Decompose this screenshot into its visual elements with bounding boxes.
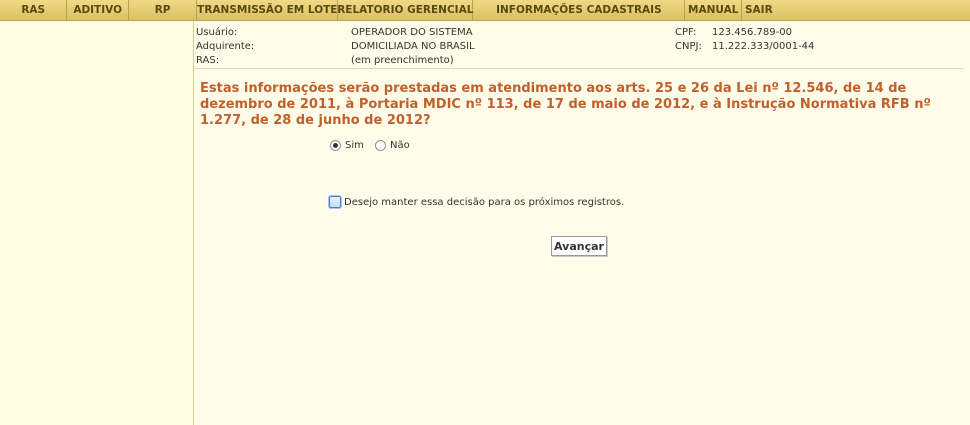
menu-ras[interactable]: RAS	[0, 0, 68, 20]
keep-decision-option[interactable]: Desejo manter essa decisão para os próxi…	[329, 196, 624, 208]
ras-label: RAS:	[196, 55, 220, 66]
menu-sair[interactable]: SAIR	[742, 0, 970, 20]
menu-transmissao-em-lote[interactable]: TRANSMISSÃO EM LOTE	[197, 0, 339, 20]
keep-decision-label: Desejo manter essa decisão para os próxi…	[344, 196, 625, 208]
menu-rp[interactable]: RP	[129, 0, 198, 20]
main-content: Usuário: OPERADOR DO SISTEMA Adquirente:…	[194, 21, 970, 425]
menu-informacoes-cadastrais[interactable]: INFORMAÇÕES CADASTRAIS	[473, 0, 686, 20]
adquirente-value: DOMICILIADA NO BRASIL	[351, 41, 475, 52]
menu-manual[interactable]: MANUAL	[685, 0, 742, 20]
option-nao[interactable]: Não	[375, 140, 410, 151]
left-sidebar	[0, 21, 194, 425]
sim-label: Sim	[345, 140, 364, 151]
cpf-value: 123.456.789-00	[712, 27, 792, 38]
nao-radio[interactable]	[375, 140, 386, 151]
menu-relatorio-gerencial[interactable]: RELATORIO GERENCIAL	[337, 0, 473, 20]
ras-value: (em preenchimento)	[351, 55, 454, 66]
option-sim[interactable]: Sim	[330, 140, 364, 151]
adquirente-label: Adquirente:	[196, 41, 255, 52]
usuario-value: OPERADOR DO SISTEMA	[351, 27, 473, 38]
avancar-button[interactable]: Avançar	[551, 236, 607, 256]
nao-label: Não	[390, 140, 410, 151]
top-menu-bar: RAS ADITIVO RP TRANSMISSÃO EM LOTE RELAT…	[0, 0, 970, 21]
question-text: Estas informações serão prestadas em ate…	[200, 81, 931, 128]
cpf-label: CPF:	[675, 27, 697, 38]
sim-radio[interactable]	[330, 140, 341, 151]
cnpj-value: 11.222.333/0001-44	[712, 41, 815, 52]
menu-aditivo[interactable]: ADITIVO	[67, 0, 129, 20]
cnpj-label: CNPJ:	[675, 41, 702, 52]
keep-decision-checkbox[interactable]	[329, 196, 341, 208]
usuario-label: Usuário:	[196, 27, 238, 38]
header-divider	[194, 68, 964, 69]
